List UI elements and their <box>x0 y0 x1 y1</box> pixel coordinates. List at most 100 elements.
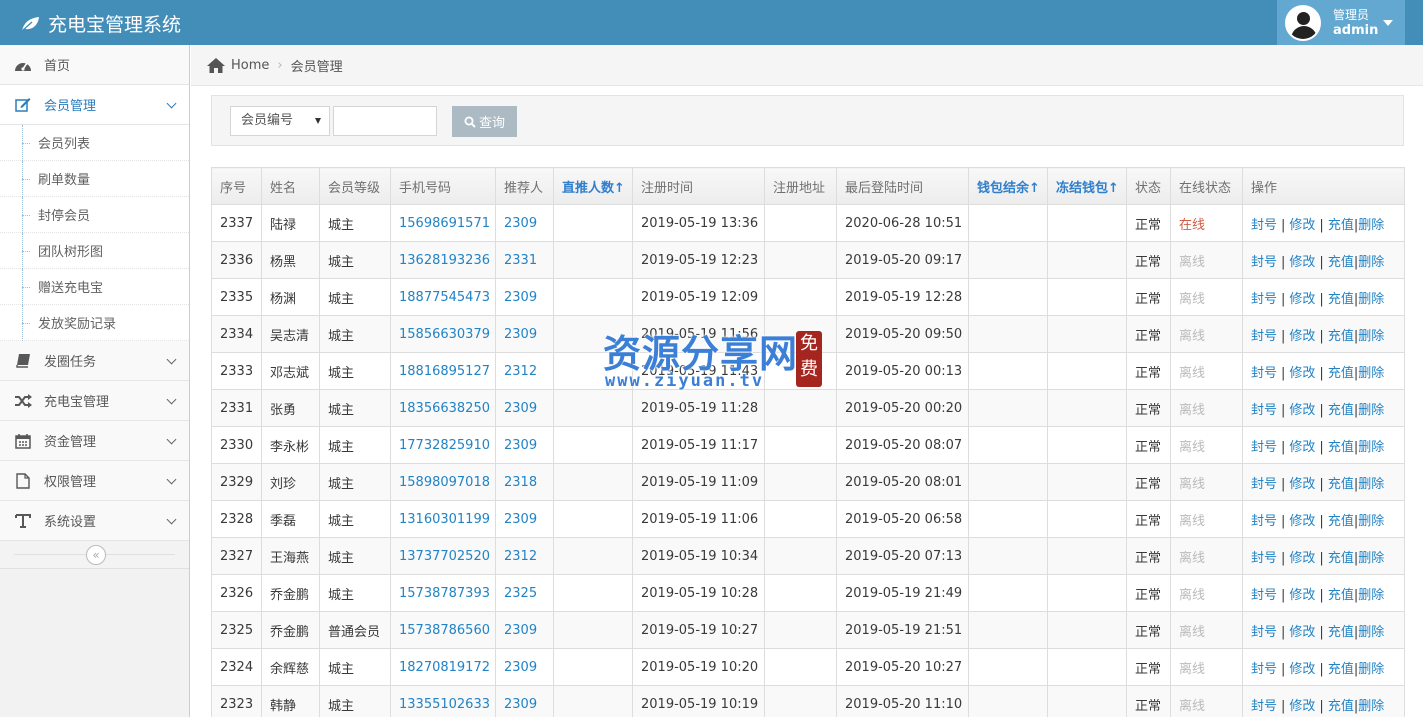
ban-link[interactable]: 封号 <box>1251 477 1277 492</box>
cell-phone[interactable]: 18816895127 <box>390 352 496 390</box>
cell-ref[interactable]: 2309 <box>495 315 554 353</box>
search-button[interactable]: 查询 <box>452 106 517 137</box>
ban-link[interactable]: 封号 <box>1251 366 1277 381</box>
edit-link[interactable]: 修改 <box>1289 699 1315 714</box>
delete-link[interactable]: 删除 <box>1358 514 1384 529</box>
delete-link[interactable]: 删除 <box>1358 366 1384 381</box>
edit-link[interactable]: 修改 <box>1289 440 1315 455</box>
edit-link[interactable]: 修改 <box>1289 366 1315 381</box>
ban-link[interactable]: 封号 <box>1251 514 1277 529</box>
ban-link[interactable]: 封号 <box>1251 403 1277 418</box>
edit-link[interactable]: 修改 <box>1289 477 1315 492</box>
cell-ref[interactable]: 2309 <box>495 648 554 686</box>
user-menu[interactable]: 管理员 admin <box>1277 0 1405 45</box>
sub-item-team-tree[interactable]: 团队树形图 <box>0 233 189 269</box>
edit-link[interactable]: 修改 <box>1289 551 1315 566</box>
delete-link[interactable]: 删除 <box>1358 551 1384 566</box>
cell-phone[interactable]: 13160301199 <box>390 500 496 538</box>
breadcrumb-home[interactable]: Home <box>231 58 269 73</box>
recharge-link[interactable]: 充值 <box>1328 625 1354 640</box>
collapse-sidebar-icon[interactable]: « <box>86 545 106 565</box>
cell-ref[interactable]: 2325 <box>495 574 554 612</box>
ban-link[interactable]: 封号 <box>1251 662 1277 677</box>
recharge-link[interactable]: 充值 <box>1328 588 1354 603</box>
sub-item-gift-powerbank[interactable]: 赠送充电宝 <box>0 269 189 305</box>
sidebar-item-home[interactable]: 首页 <box>0 45 189 85</box>
cell-ref[interactable]: 2309 <box>495 685 554 717</box>
recharge-link[interactable]: 充值 <box>1328 255 1354 270</box>
cell-phone[interactable]: 18877545473 <box>390 278 496 316</box>
cell-ref[interactable]: 2309 <box>495 204 554 242</box>
edit-link[interactable]: 修改 <box>1289 255 1315 270</box>
recharge-link[interactable]: 充值 <box>1328 662 1354 677</box>
sub-item-reward-records[interactable]: 发放奖励记录 <box>0 305 189 341</box>
ban-link[interactable]: 封号 <box>1251 588 1277 603</box>
ban-link[interactable]: 封号 <box>1251 255 1277 270</box>
ban-link[interactable]: 封号 <box>1251 625 1277 640</box>
sidebar-item-moments-tasks[interactable]: 发圈任务 <box>0 341 189 381</box>
sub-item-banned-members[interactable]: 封停会员 <box>0 197 189 233</box>
edit-link[interactable]: 修改 <box>1289 588 1315 603</box>
delete-link[interactable]: 删除 <box>1358 440 1384 455</box>
recharge-link[interactable]: 充值 <box>1328 403 1354 418</box>
delete-link[interactable]: 删除 <box>1358 477 1384 492</box>
sidebar-item-funds[interactable]: 资金管理 <box>0 421 189 461</box>
edit-link[interactable]: 修改 <box>1289 625 1315 640</box>
recharge-link[interactable]: 充值 <box>1328 440 1354 455</box>
recharge-link[interactable]: 充值 <box>1328 477 1354 492</box>
cell-ref[interactable]: 2309 <box>495 389 554 427</box>
cell-phone[interactable]: 13628193236 <box>390 241 496 279</box>
delete-link[interactable]: 删除 <box>1358 699 1384 714</box>
sidebar-item-settings[interactable]: 系统设置 <box>0 501 189 541</box>
recharge-link[interactable]: 充值 <box>1328 218 1354 233</box>
column-header[interactable]: 直推人数↑ <box>553 167 633 205</box>
edit-link[interactable]: 修改 <box>1289 218 1315 233</box>
cell-phone[interactable]: 17732825910 <box>390 426 496 464</box>
cell-phone[interactable]: 15856630379 <box>390 315 496 353</box>
delete-link[interactable]: 删除 <box>1358 403 1384 418</box>
cell-phone[interactable]: 13355102633 <box>390 685 496 717</box>
edit-link[interactable]: 修改 <box>1289 514 1315 529</box>
cell-ref[interactable]: 2318 <box>495 463 554 501</box>
sidebar-item-powerbank[interactable]: 充电宝管理 <box>0 381 189 421</box>
cell-phone[interactable]: 18356638250 <box>390 389 496 427</box>
cell-ref[interactable]: 2309 <box>495 500 554 538</box>
delete-link[interactable]: 删除 <box>1358 218 1384 233</box>
cell-phone[interactable]: 13737702520 <box>390 537 496 575</box>
sidebar-item-members[interactable]: 会员管理 <box>0 85 189 125</box>
cell-phone[interactable]: 15698691571 <box>390 204 496 242</box>
sub-item-member-list[interactable]: 会员列表 <box>0 125 189 161</box>
delete-link[interactable]: 删除 <box>1358 588 1384 603</box>
ban-link[interactable]: 封号 <box>1251 329 1277 344</box>
ban-link[interactable]: 封号 <box>1251 292 1277 307</box>
recharge-link[interactable]: 充值 <box>1328 366 1354 381</box>
ban-link[interactable]: 封号 <box>1251 551 1277 566</box>
cell-ref[interactable]: 2312 <box>495 537 554 575</box>
cell-phone[interactable]: 15898097018 <box>390 463 496 501</box>
recharge-link[interactable]: 充值 <box>1328 551 1354 566</box>
cell-phone[interactable]: 18270819172 <box>390 648 496 686</box>
edit-link[interactable]: 修改 <box>1289 329 1315 344</box>
column-header[interactable]: 冻结钱包↑ <box>1047 167 1127 205</box>
delete-link[interactable]: 删除 <box>1358 625 1384 640</box>
search-field-select[interactable]: 会员编号 <box>230 106 330 136</box>
column-header[interactable]: 钱包结余↑ <box>968 167 1048 205</box>
sidebar-item-permissions[interactable]: 权限管理 <box>0 461 189 501</box>
delete-link[interactable]: 删除 <box>1358 662 1384 677</box>
cell-ref[interactable]: 2309 <box>495 611 554 649</box>
recharge-link[interactable]: 充值 <box>1328 699 1354 714</box>
cell-ref[interactable]: 2309 <box>495 426 554 464</box>
cell-phone[interactable]: 15738786560 <box>390 611 496 649</box>
sub-item-order-count[interactable]: 刷单数量 <box>0 161 189 197</box>
recharge-link[interactable]: 充值 <box>1328 329 1354 344</box>
ban-link[interactable]: 封号 <box>1251 218 1277 233</box>
delete-link[interactable]: 删除 <box>1358 255 1384 270</box>
ban-link[interactable]: 封号 <box>1251 699 1277 714</box>
recharge-link[interactable]: 充值 <box>1328 292 1354 307</box>
delete-link[interactable]: 删除 <box>1358 292 1384 307</box>
cell-ref[interactable]: 2309 <box>495 278 554 316</box>
ban-link[interactable]: 封号 <box>1251 440 1277 455</box>
cell-phone[interactable]: 15738787393 <box>390 574 496 612</box>
cell-ref[interactable]: 2312 <box>495 352 554 390</box>
recharge-link[interactable]: 充值 <box>1328 514 1354 529</box>
